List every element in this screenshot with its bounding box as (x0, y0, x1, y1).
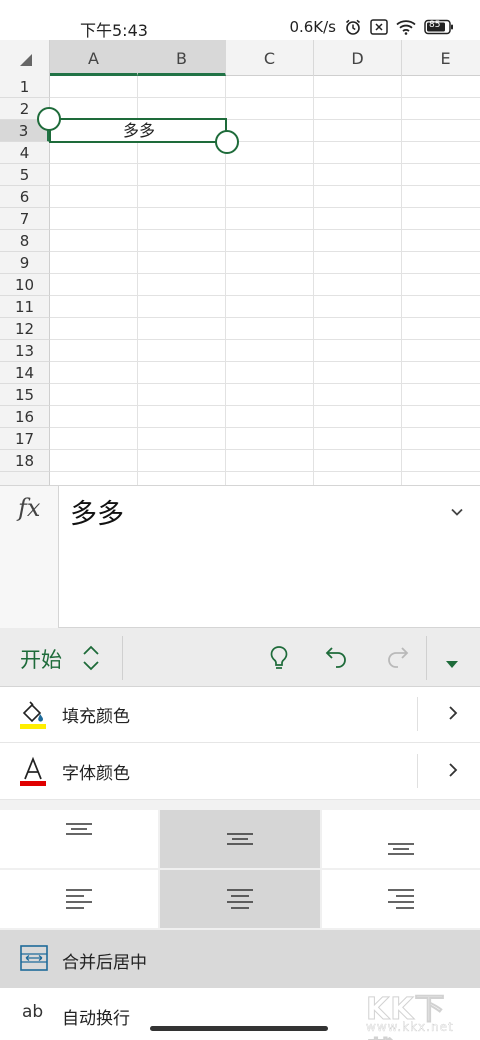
tab-switcher-icon[interactable] (80, 644, 102, 676)
status-icons: 0.6K/s 85 (289, 16, 454, 38)
grid-column-line (402, 76, 480, 485)
ribbon-tab-home[interactable]: 开始 (20, 644, 62, 674)
selection-handle-end[interactable] (215, 130, 239, 154)
fill-color-label: 填充颜色 (62, 707, 130, 727)
no-sim-icon (370, 19, 388, 35)
option-divider (417, 754, 418, 788)
section-gap (0, 800, 480, 810)
align-left-icon (66, 889, 92, 909)
grid-column-line (226, 76, 314, 485)
wrap-text-label: 自动换行 (62, 1009, 130, 1029)
column-header-d[interactable]: D (314, 40, 402, 76)
row-header-5[interactable]: 5 (0, 164, 50, 186)
spreadsheet-grid[interactable]: A B C D E 1 2 3 4 5 6 7 8 9 10 11 12 13 14 15 16 17 18 (0, 40, 480, 485)
row-header-7[interactable]: 7 (0, 208, 50, 230)
chevron-down-icon[interactable] (450, 502, 464, 521)
align-right-icon (388, 889, 414, 909)
chevron-right-icon[interactable] (448, 705, 458, 725)
row-header-1[interactable]: 1 (0, 76, 50, 98)
row-header-partial (0, 472, 50, 485)
status-bar: 下午5:43 0.6K/s 85 (0, 0, 480, 40)
row-header-4[interactable]: 4 (0, 142, 50, 164)
row-header-14[interactable]: 14 (0, 362, 50, 384)
select-all-corner[interactable] (0, 40, 50, 76)
formula-input[interactable]: 多多 (70, 492, 124, 531)
merge-cells-icon (20, 945, 48, 975)
wrap-text-icon: ab (22, 1002, 44, 1022)
column-header-row: A B C D E (0, 40, 480, 76)
fill-color-icon (18, 699, 48, 733)
row-header-11[interactable]: 11 (0, 296, 50, 318)
lightbulb-icon[interactable] (268, 644, 290, 676)
chevron-right-icon[interactable] (448, 762, 458, 782)
font-color-icon (18, 756, 48, 790)
formula-bar[interactable]: fx 多多 (0, 485, 480, 628)
align-center-icon (227, 889, 253, 909)
row-header-16[interactable]: 16 (0, 406, 50, 428)
grid-column-line (314, 76, 402, 485)
column-header-c[interactable]: C (226, 40, 314, 76)
function-button[interactable]: fx (0, 486, 59, 628)
row-header-9[interactable]: 9 (0, 252, 50, 274)
select-all-triangle-icon (20, 54, 32, 66)
row-header-6[interactable]: 6 (0, 186, 50, 208)
alarm-icon (344, 18, 362, 36)
column-header-b[interactable]: B (138, 40, 226, 76)
status-time: 下午5:43 (80, 21, 148, 40)
align-middle-button[interactable] (160, 810, 320, 868)
align-middle-icon (227, 833, 253, 845)
align-top-icon (66, 823, 92, 835)
ribbon-collapse-icon[interactable] (446, 654, 458, 673)
merge-center-button[interactable]: 合并后居中 (0, 930, 480, 988)
column-header-e[interactable]: E (402, 40, 480, 76)
row-header-13[interactable]: 13 (0, 340, 50, 362)
row-header-8[interactable]: 8 (0, 230, 50, 252)
align-left-button[interactable] (0, 870, 158, 928)
home-indicator[interactable] (150, 1026, 328, 1031)
row-header-18[interactable]: 18 (0, 450, 50, 472)
align-right-button[interactable] (322, 870, 480, 928)
watermark: KK下载 www.kkx.net (366, 984, 456, 1040)
merge-center-label: 合并后居中 (62, 953, 147, 973)
row-header-17[interactable]: 17 (0, 428, 50, 450)
watermark-url: www.kkx.net (366, 1020, 454, 1034)
column-header-a[interactable]: A (50, 40, 138, 76)
ribbon-toolbar: 开始 (0, 628, 480, 687)
font-color-row[interactable]: 字体颜色 (0, 744, 480, 800)
alignment-grid (0, 810, 480, 930)
selection-handle-start[interactable] (37, 107, 61, 131)
align-bottom-button[interactable] (322, 810, 480, 868)
fill-color-row[interactable]: 填充颜色 (0, 687, 480, 743)
fx-icon: fx (18, 494, 41, 522)
align-center-button[interactable] (160, 870, 320, 928)
cell-a3-value[interactable]: 多多 (49, 120, 229, 142)
align-top-button[interactable] (0, 810, 158, 868)
option-divider (417, 697, 418, 731)
row-header-15[interactable]: 15 (0, 384, 50, 406)
row-header-12[interactable]: 12 (0, 318, 50, 340)
battery-level: 85 (429, 20, 441, 30)
redo-icon[interactable] (384, 644, 410, 676)
undo-icon[interactable] (324, 644, 350, 676)
ribbon-divider (426, 636, 427, 680)
font-color-label: 字体颜色 (62, 764, 130, 784)
battery-icon: 85 (424, 19, 454, 35)
row-header-10[interactable]: 10 (0, 274, 50, 296)
ribbon-divider (122, 636, 123, 680)
net-speed: 0.6K/s (289, 18, 336, 36)
align-bottom-icon (388, 843, 414, 855)
wifi-icon (396, 19, 416, 35)
